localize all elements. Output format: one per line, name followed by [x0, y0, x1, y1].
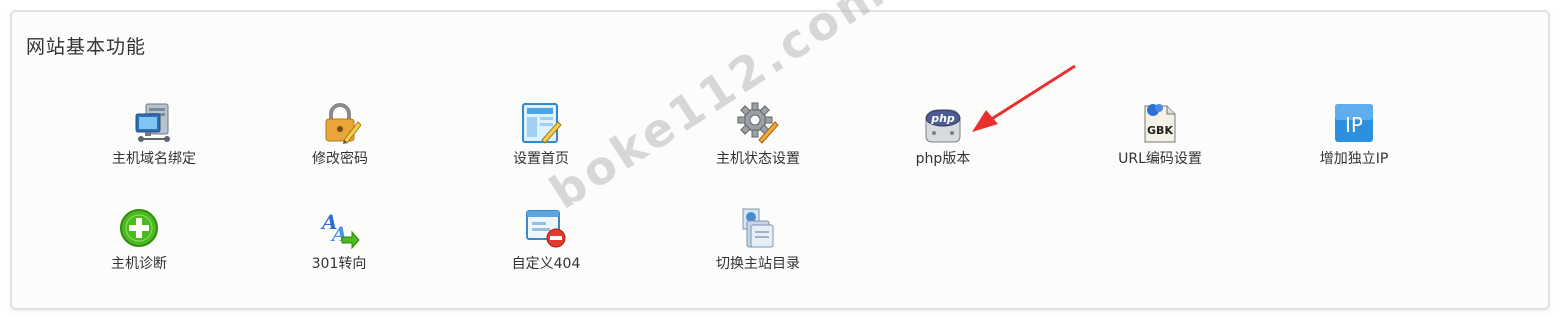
item-host-diagnosis[interactable]: 主机诊断	[54, 207, 224, 273]
item-url-encoding[interactable]: GBK URL编码设置	[1075, 102, 1245, 168]
network-computer-icon	[135, 103, 170, 142]
item-label: 主机诊断	[111, 256, 167, 272]
item-set-homepage[interactable]: 设置首页	[456, 102, 626, 168]
svg-text:IP: IP	[1345, 113, 1363, 137]
php-icon: php	[925, 109, 961, 143]
item-label: 设置首页	[513, 151, 569, 167]
item-custom-404[interactable]: 自定义404	[461, 207, 631, 273]
gbk-file-icon: GBK	[1144, 104, 1176, 143]
item-label: 修改密码	[312, 151, 368, 167]
item-host-status[interactable]: 主机状态设置	[673, 102, 843, 168]
item-301-redirect[interactable]: A A 301转向	[254, 207, 424, 273]
gear-pencil-icon	[737, 102, 779, 144]
item-label: 自定义404	[511, 256, 581, 272]
item-label: URL编码设置	[1118, 151, 1202, 167]
item-label: php版本	[915, 151, 971, 167]
item-label: 切换主站目录	[716, 256, 800, 272]
ip-icon: IP	[1335, 104, 1373, 142]
item-switch-main-dir[interactable]: 切换主站目录	[673, 207, 843, 273]
svg-text:GBK: GBK	[1147, 124, 1173, 137]
font-arrow-icon: A A	[320, 210, 360, 249]
item-change-password[interactable]: 修改密码	[255, 102, 425, 168]
item-label: 增加独立IP	[1319, 151, 1389, 167]
item-label: 主机域名绑定	[112, 151, 196, 167]
page-edit-icon	[522, 103, 562, 144]
lock-pencil-icon	[325, 103, 361, 144]
item-label: 主机状态设置	[716, 151, 800, 167]
item-domain-binding[interactable]: 主机域名绑定	[69, 102, 239, 168]
svg-text:php: php	[930, 112, 955, 125]
plus-circle-icon	[120, 209, 158, 247]
annotation-arrow-icon	[972, 64, 1076, 132]
window-remove-icon	[526, 210, 566, 248]
item-label: 301转向	[311, 256, 367, 272]
panel-title: 网站基本功能	[26, 36, 147, 58]
item-add-ip[interactable]: IP 增加独立IP	[1269, 102, 1439, 168]
folder-switch-icon	[742, 208, 774, 248]
